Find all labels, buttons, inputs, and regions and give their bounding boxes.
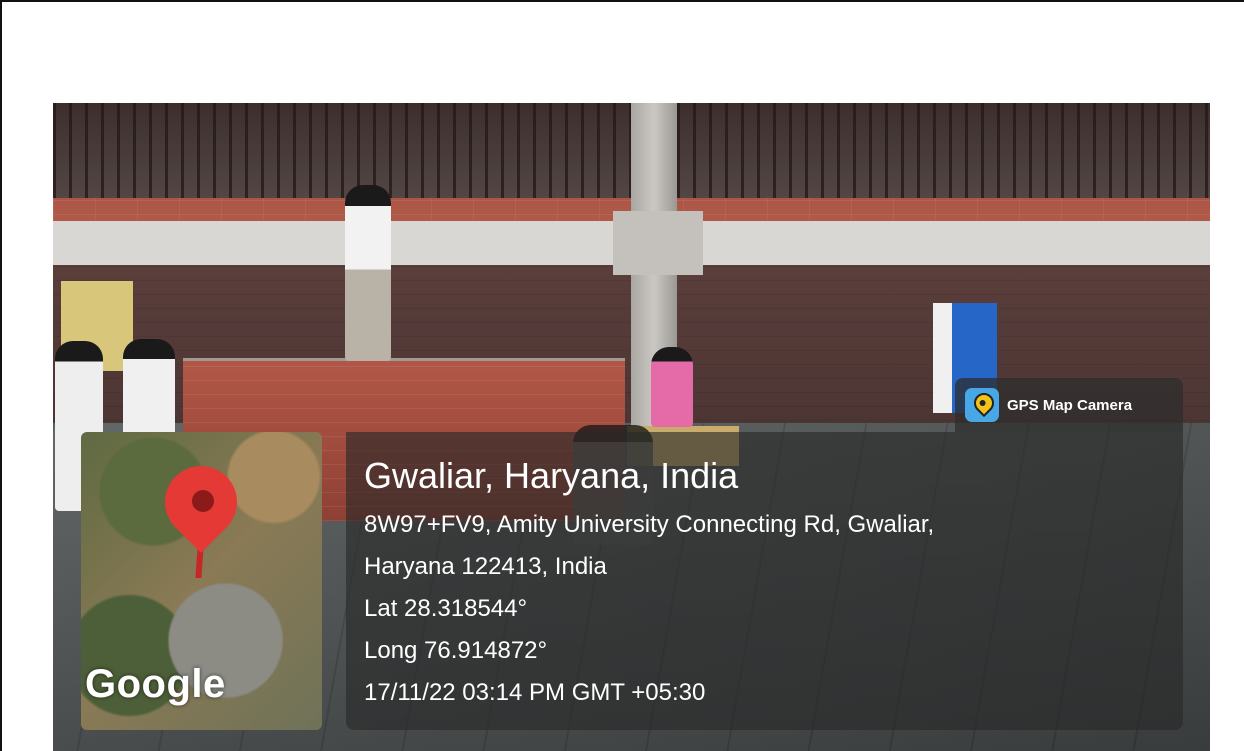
person-standing-stage [345, 185, 391, 361]
location-title: Gwaliar, Haryana, India [364, 455, 739, 496]
frame-left-line [0, 0, 2, 751]
gps-map-camera-icon [965, 388, 999, 422]
app-badge-label: GPS Map Camera [1007, 396, 1133, 414]
address-line-1: 8W97+FV9, Amity University Connecting Rd… [364, 511, 935, 538]
latitude: Lat 28.318544° [364, 595, 528, 622]
frame-top-line [0, 0, 1244, 2]
person-near-table [651, 347, 693, 427]
pillar-cap [613, 211, 703, 275]
person-left-2 [123, 339, 175, 439]
map-thumbnail: Google [81, 432, 322, 730]
longitude: Long 76.914872° [364, 637, 548, 664]
timestamp: 17/11/22 03:14 PM GMT +05:30 [364, 679, 706, 706]
location-info-card: Gwaliar, Haryana, India 8W97+FV9, Amity … [346, 432, 1183, 730]
map-pin-center [192, 490, 214, 512]
google-logo: Google [85, 662, 226, 706]
app-badge: GPS Map Camera [955, 378, 1183, 432]
address-line-2: Haryana 122413, India [364, 553, 607, 580]
